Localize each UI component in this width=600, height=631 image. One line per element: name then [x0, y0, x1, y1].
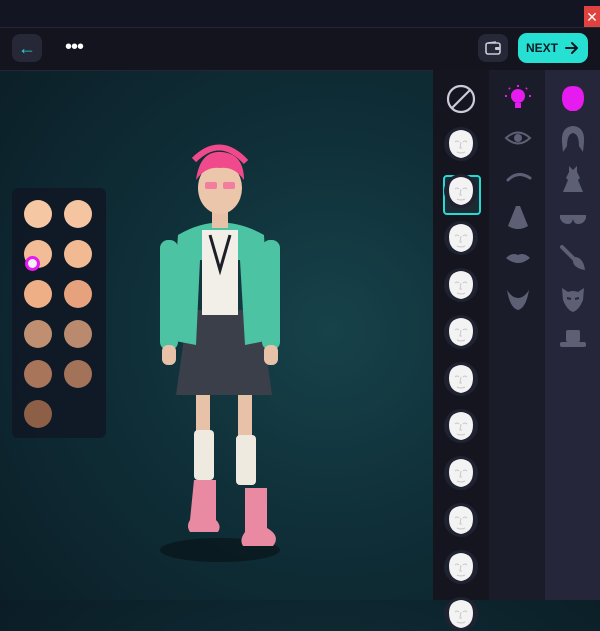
face-mask-icon	[449, 412, 473, 440]
face-mask-icon	[449, 600, 473, 628]
arrow-left-icon: ←	[18, 38, 36, 58]
skin-tone-swatch[interactable]	[64, 320, 92, 348]
nose-icon[interactable]	[504, 204, 532, 232]
next-button[interactable]: NEXT	[518, 33, 588, 63]
face-mask-icon	[449, 271, 473, 299]
skin-tone-swatch[interactable]	[64, 200, 92, 228]
skin-tone-panel	[12, 188, 106, 438]
skin-tone-swatch[interactable]	[64, 280, 92, 308]
face-variant-button[interactable]	[444, 550, 478, 584]
glasses-icon[interactable]	[559, 204, 587, 234]
face-mask-icon	[449, 177, 473, 205]
lips-icon[interactable]	[504, 244, 532, 272]
head-icon[interactable]	[559, 84, 587, 114]
back-button[interactable]: ←	[12, 34, 42, 62]
eye-icon[interactable]	[504, 124, 532, 152]
dress-icon[interactable]	[559, 164, 587, 194]
eyebrow-icon[interactable]	[504, 164, 532, 192]
mask-icon[interactable]	[559, 284, 587, 314]
face-variant-button[interactable]	[444, 315, 478, 349]
wallet-button[interactable]	[478, 34, 508, 62]
skin-tone-swatch[interactable]	[24, 360, 52, 388]
face-mask-icon	[449, 506, 473, 534]
face-mask-icon	[449, 365, 473, 393]
hair-icon[interactable]	[559, 124, 587, 154]
skin-tone-swatch[interactable]	[64, 240, 92, 268]
face-variant-button[interactable]	[444, 221, 478, 255]
face-variant-button[interactable]	[444, 409, 478, 443]
no-option-icon[interactable]	[445, 83, 477, 115]
face-variant-button[interactable]	[444, 127, 478, 161]
title-strip	[0, 0, 600, 27]
head-bulb-icon[interactable]	[504, 84, 532, 112]
face-mask-icon	[449, 318, 473, 346]
selected-swatch-marker	[25, 256, 40, 271]
hat-icon[interactable]	[559, 324, 587, 354]
makeup-brush-icon[interactable]	[559, 244, 587, 274]
face-variant-button[interactable]	[444, 268, 478, 302]
wallet-icon	[485, 41, 501, 55]
skin-tone-swatch[interactable]	[64, 360, 92, 388]
skin-tone-swatch[interactable]	[24, 400, 52, 428]
arrow-right-icon	[565, 42, 578, 54]
next-label: NEXT	[526, 41, 559, 55]
close-window-button[interactable]: ✕	[584, 6, 600, 28]
face-mask-icon	[449, 130, 473, 158]
face-variant-button[interactable]	[444, 597, 478, 631]
skin-tone-swatch[interactable]	[24, 200, 52, 228]
face-variant-button[interactable]	[444, 174, 478, 208]
skin-tone-swatch[interactable]	[24, 320, 52, 348]
beard-icon[interactable]	[504, 284, 532, 312]
face-mask-icon	[449, 459, 473, 487]
more-options-button[interactable]: •••	[60, 34, 88, 62]
face-mask-icon	[449, 553, 473, 581]
face-variant-button[interactable]	[444, 456, 478, 490]
face-mask-icon	[449, 224, 473, 252]
skin-tone-swatch[interactable]	[24, 280, 52, 308]
face-variant-button[interactable]	[444, 503, 478, 537]
character-avatar	[160, 144, 280, 562]
top-toolbar: ← ••• NEXT	[0, 27, 600, 71]
face-variant-button[interactable]	[444, 362, 478, 396]
